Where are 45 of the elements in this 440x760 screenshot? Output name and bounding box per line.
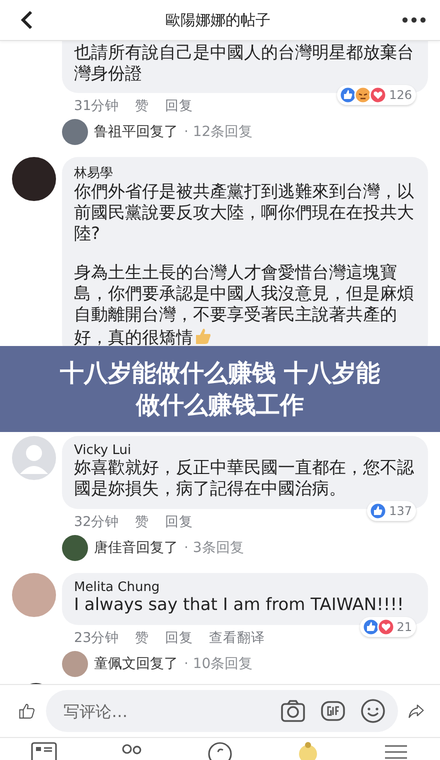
reaction-count[interactable]: 137 — [367, 501, 416, 521]
reply-count[interactable]: · 10条回复 — [184, 655, 253, 673]
comment-action-link[interactable]: 赞 — [135, 97, 150, 115]
love-reaction-icon — [369, 86, 388, 104]
comment-action-link[interactable]: 回复 — [165, 513, 194, 531]
comment-time: 31分钟 — [74, 97, 120, 115]
replier-text[interactable]: 鲁祖平回复了 — [94, 123, 178, 141]
back-icon[interactable] — [20, 10, 34, 30]
comment-time: 23分钟 — [74, 629, 120, 647]
reply-count[interactable]: · 3条回复 — [184, 539, 244, 557]
replier-text[interactable]: 童佩文回复了 — [94, 655, 178, 673]
author-name[interactable]: Vicky Lui — [74, 443, 416, 458]
comment-action-link[interactable]: 回复 — [165, 97, 194, 115]
comment-action-link[interactable]: 查看翻译 — [209, 629, 266, 647]
author-name[interactable]: 林易學 — [74, 164, 416, 182]
comment-text: 也請所有說自己是中國人的台灣明星都放棄台灣身份證 — [74, 43, 415, 85]
comment-input[interactable]: 写评论… — [62, 700, 266, 722]
comment-field[interactable]: 写评论… — [46, 690, 398, 732]
replier-text[interactable]: 唐佳音回复了 — [94, 539, 178, 557]
reaction-count[interactable]: 21 — [360, 617, 416, 637]
like-reaction-icon — [369, 502, 388, 520]
like-reaction-icon — [339, 86, 358, 104]
page-title: 歐陽娜娜的帖子 — [166, 10, 270, 30]
like-reaction-icon — [362, 618, 380, 636]
news-feed-icon[interactable] — [31, 740, 57, 760]
camera-icon[interactable] — [280, 699, 306, 723]
reaction-count[interactable]: 126 — [337, 85, 416, 105]
angry-reaction-icon — [354, 86, 372, 104]
gif-icon[interactable] — [320, 699, 346, 723]
comment-time: 32分钟 — [74, 513, 120, 531]
comment-text: I always say that I am from TAIWAN!!!! — [74, 595, 405, 616]
more-icon[interactable] — [402, 17, 426, 23]
comment-action-link[interactable]: 回复 — [165, 629, 194, 647]
banner-title: 十八岁能做什么赚钱 十八岁能做什么赚钱工作 — [58, 358, 382, 421]
comment-action-link[interactable]: 赞 — [135, 513, 150, 531]
comment-action-link[interactable]: 赞 — [135, 629, 150, 647]
reply-count[interactable]: · 12条回复 — [184, 123, 253, 141]
comment-text: 身為土生土長的台灣人才會愛惜台灣這塊寶島，你們要承認是中國人我沒意見，但是麻煩自動離開台灣，不要享受著民主說著共產的好，真的很矯情 — [74, 263, 415, 349]
comment-text: 妳喜歡就好，反正中華民國一直都在，您不認國是妳損失，病了記得在中國治病。 — [74, 458, 415, 500]
avatar[interactable] — [12, 157, 56, 201]
avatar[interactable] — [62, 535, 88, 561]
comment-text: 你們外省仔是被共產黨打到逃難來到台灣，以前國民黨說要反攻大陸，啊你們現在在投共大陸? — [74, 182, 415, 245]
love-reaction-icon — [376, 618, 395, 636]
author-name[interactable]: Melita Chung — [74, 580, 416, 595]
emoji-icon[interactable] — [360, 698, 386, 724]
